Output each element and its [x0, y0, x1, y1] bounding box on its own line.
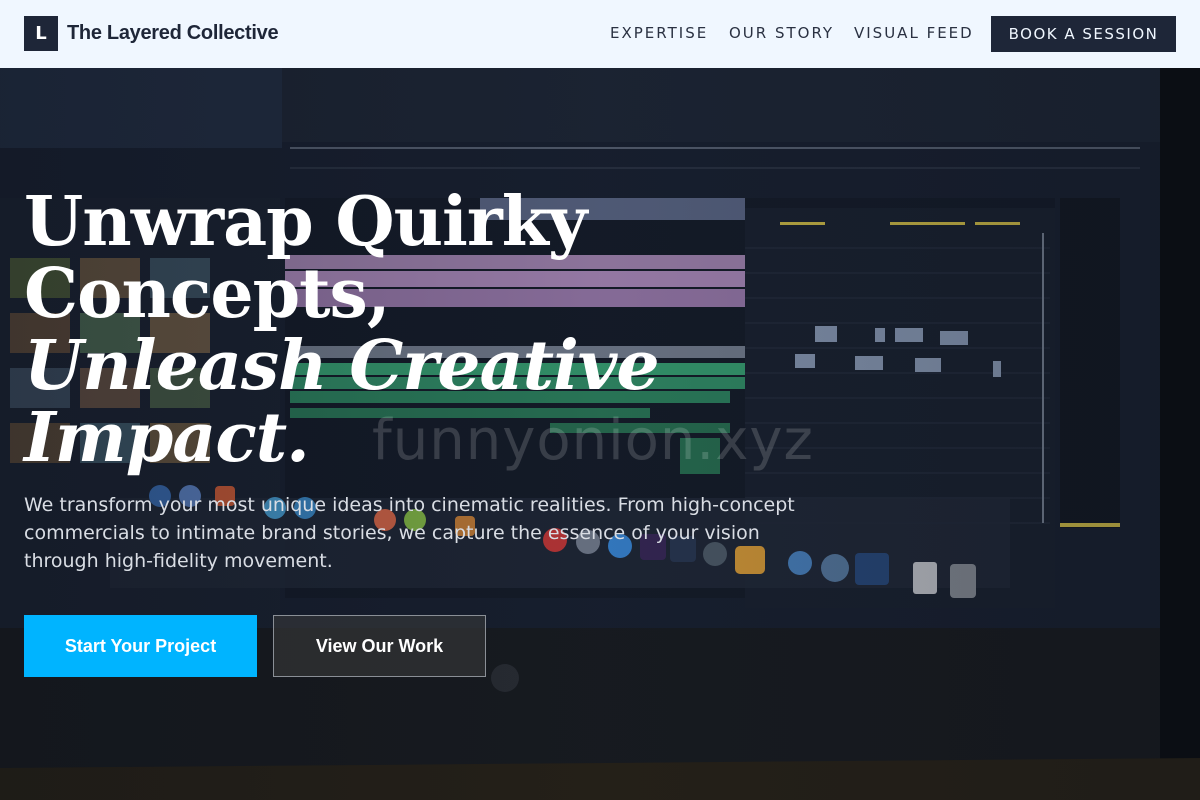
watermark-text: funnyonion.xyz	[372, 408, 814, 473]
headline-line-3: Unleash Creative	[24, 326, 660, 406]
site-header: L The Layered Collective EXPERTISE OUR S…	[0, 0, 1200, 68]
hero-lede: We transform your most unique ideas into…	[24, 494, 795, 572]
nav-link-our-story[interactable]: OUR STORY	[729, 24, 834, 42]
headline-line-1: Unwrap Quirky	[24, 182, 587, 262]
view-work-button[interactable]: View Our Work	[273, 615, 486, 677]
headline-line-2: Concepts,	[24, 254, 391, 334]
nav-link-visual-feed[interactable]: VISUAL FEED	[854, 24, 974, 42]
nav-link-expertise[interactable]: EXPERTISE	[610, 24, 708, 42]
start-project-button[interactable]: Start Your Project	[24, 615, 257, 677]
hero-content: Unwrap Quirky Concepts, Unleash Creative…	[0, 68, 1200, 800]
book-session-button[interactable]: BOOK A SESSION	[991, 16, 1176, 52]
